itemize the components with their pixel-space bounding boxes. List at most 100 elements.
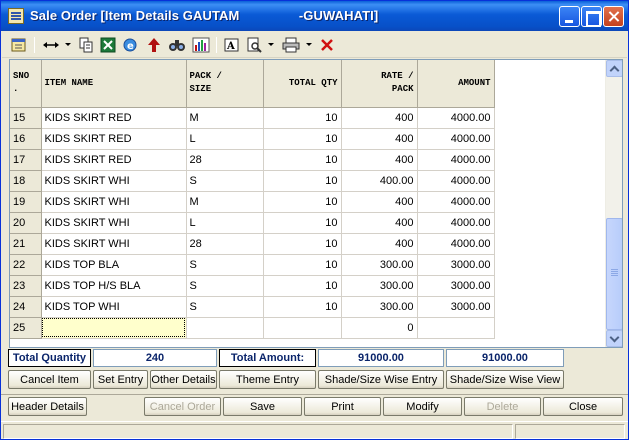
cell-pack-size[interactable]: L — [186, 212, 264, 234]
dropdown-arrow-icon[interactable] — [306, 43, 312, 46]
cell-item-name[interactable]: KIDS SKIRT RED — [41, 107, 187, 129]
cell-item-name[interactable]: KIDS SKIRT RED — [41, 149, 187, 171]
cell-total-qty[interactable]: 10 — [263, 233, 342, 255]
delete-x-icon[interactable] — [319, 37, 335, 53]
shade-size-view-button[interactable]: Shade/Size Wise View — [446, 370, 564, 389]
column-header-rate-pack[interactable]: RATE / PACK — [341, 60, 418, 108]
scroll-up-icon[interactable] — [606, 60, 622, 77]
cancel-order-button[interactable]: Cancel Order — [144, 397, 221, 416]
close-button[interactable]: Close — [543, 397, 623, 416]
cell-amount[interactable]: 4000.00 — [417, 233, 495, 255]
table-row[interactable]: 15 KIDS SKIRT RED M 10 400 4000.00 — [10, 107, 495, 129]
cell-item-name[interactable]: KIDS SKIRT WHI — [41, 170, 187, 192]
cell-amount[interactable]: 3000.00 — [417, 254, 495, 276]
copy-icon[interactable] — [78, 37, 94, 53]
other-details-button[interactable]: Other Details — [150, 370, 217, 389]
cell-item-name[interactable]: KIDS SKIRT WHI — [41, 233, 187, 255]
cell-rate-pack[interactable]: 300.00 — [341, 254, 418, 276]
table-row[interactable]: 21 KIDS SKIRT WHI 28 10 400 4000.00 — [10, 233, 495, 255]
cell-rate-pack[interactable]: 400 — [341, 128, 418, 150]
print-button[interactable]: Print — [304, 397, 381, 416]
cell-item-name[interactable]: KIDS SKIRT RED — [41, 128, 187, 150]
table-row[interactable]: 24 KIDS TOP WHI S 10 300.00 3000.00 — [10, 296, 495, 318]
table-row[interactable]: 16 KIDS SKIRT RED L 10 400 4000.00 — [10, 128, 495, 150]
cell-rate-pack[interactable]: 400 — [341, 233, 418, 255]
shade-size-entry-button[interactable]: Shade/Size Wise Entry — [318, 370, 444, 389]
cell-amount[interactable] — [417, 317, 495, 339]
column-header-item-name[interactable]: ITEM NAME — [41, 60, 187, 108]
table-row[interactable]: 23 KIDS TOP H/S BLA S 10 300.00 3000.00 — [10, 275, 495, 297]
maximize-button[interactable] — [581, 6, 602, 27]
cell-total-qty[interactable]: 10 — [263, 254, 342, 276]
cell-rate-pack[interactable]: 400.00 — [341, 170, 418, 192]
title-bar[interactable]: Sale Order [Item Details GAUTAM -GUWAHAT… — [1, 1, 628, 31]
cell-total-qty[interactable]: 10 — [263, 191, 342, 213]
browser-icon[interactable]: e — [122, 37, 138, 53]
minimize-button[interactable] — [559, 6, 580, 27]
cell-total-qty[interactable]: 10 — [263, 275, 342, 297]
cell-total-qty[interactable]: 10 — [263, 170, 342, 192]
delete-button[interactable]: Delete — [464, 397, 541, 416]
table-row[interactable]: 22 KIDS TOP BLA S 10 300.00 3000.00 — [10, 254, 495, 276]
scroll-down-icon[interactable] — [606, 330, 622, 347]
item-grid[interactable]: SNO . ITEM NAME PACK / SIZE TOTAL QTY RA… — [9, 59, 623, 348]
cell-rate-pack[interactable]: 400 — [341, 212, 418, 234]
cell-item-name[interactable]: KIDS TOP WHI — [41, 296, 187, 318]
cell-pack-size[interactable]: S — [186, 254, 264, 276]
cell-total-qty[interactable]: 10 — [263, 296, 342, 318]
cell-total-qty[interactable]: 10 — [263, 107, 342, 129]
arrow-up-icon[interactable] — [146, 37, 162, 53]
cell-pack-size[interactable]: S — [186, 170, 264, 192]
cell-rate-pack[interactable]: 400 — [341, 191, 418, 213]
modify-button[interactable]: Modify — [383, 397, 462, 416]
column-header-sno[interactable]: SNO . — [10, 60, 42, 108]
cell-pack-size[interactable]: M — [186, 107, 264, 129]
cancel-item-button[interactable]: Cancel Item — [8, 370, 91, 389]
resize-columns-icon[interactable] — [42, 37, 60, 53]
cell-amount[interactable]: 3000.00 — [417, 296, 495, 318]
theme-entry-button[interactable]: Theme Entry — [219, 370, 316, 389]
cell-pack-size[interactable]: M — [186, 191, 264, 213]
find-icon[interactable] — [168, 37, 186, 53]
cell-item-name[interactable] — [41, 317, 187, 339]
table-row[interactable]: 18 KIDS SKIRT WHI S 10 400.00 4000.00 — [10, 170, 495, 192]
form-icon[interactable] — [11, 37, 27, 53]
cell-amount[interactable]: 4000.00 — [417, 212, 495, 234]
close-window-button[interactable] — [603, 6, 624, 27]
text-icon[interactable]: A — [224, 37, 240, 53]
cell-pack-size[interactable]: S — [186, 296, 264, 318]
vertical-scrollbar[interactable] — [605, 60, 622, 347]
cell-item-name[interactable]: KIDS SKIRT WHI — [41, 212, 187, 234]
cell-amount[interactable]: 4000.00 — [417, 191, 495, 213]
cell-pack-size[interactable]: L — [186, 128, 264, 150]
cell-item-name[interactable]: KIDS TOP BLA — [41, 254, 187, 276]
cell-amount[interactable]: 4000.00 — [417, 128, 495, 150]
cell-pack-size[interactable]: 28 — [186, 233, 264, 255]
cell-rate-pack[interactable]: 300.00 — [341, 296, 418, 318]
table-row[interactable]: 19 KIDS SKIRT WHI M 10 400 4000.00 — [10, 191, 495, 213]
table-row[interactable]: 20 KIDS SKIRT WHI L 10 400 4000.00 — [10, 212, 495, 234]
cell-pack-size[interactable]: 28 — [186, 149, 264, 171]
cell-rate-pack[interactable]: 400 — [341, 107, 418, 129]
cell-total-qty[interactable]: 10 — [263, 212, 342, 234]
scroll-thumb[interactable] — [606, 218, 622, 330]
column-header-total-qty[interactable]: TOTAL QTY — [263, 60, 342, 108]
cell-total-qty[interactable] — [263, 317, 342, 339]
header-details-button[interactable]: Header Details — [8, 397, 87, 416]
cell-amount[interactable]: 4000.00 — [417, 107, 495, 129]
cell-total-qty[interactable]: 10 — [263, 128, 342, 150]
cell-rate-pack[interactable]: 300.00 — [341, 275, 418, 297]
cell-amount[interactable]: 4000.00 — [417, 170, 495, 192]
table-row[interactable]: 25 0 — [10, 317, 495, 339]
set-entry-button[interactable]: Set Entry — [93, 370, 148, 389]
cell-pack-size[interactable]: S — [186, 275, 264, 297]
column-header-pack-size[interactable]: PACK / SIZE — [186, 60, 264, 108]
cell-pack-size[interactable] — [186, 317, 264, 339]
cell-amount[interactable]: 3000.00 — [417, 275, 495, 297]
printer-icon[interactable] — [282, 37, 300, 53]
cell-amount[interactable]: 4000.00 — [417, 149, 495, 171]
cell-item-name[interactable]: KIDS SKIRT WHI — [41, 191, 187, 213]
dropdown-arrow-icon[interactable] — [65, 43, 71, 46]
excel-icon[interactable] — [100, 37, 116, 53]
print-preview-icon[interactable] — [246, 37, 262, 53]
